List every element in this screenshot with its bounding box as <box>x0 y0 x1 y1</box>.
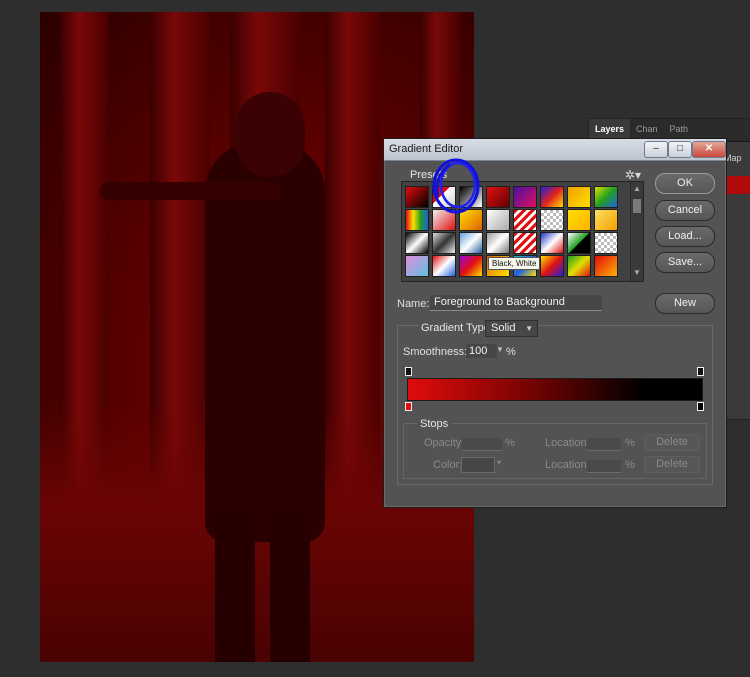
gradient-preview-bar[interactable] <box>407 378 703 401</box>
color-stop-left[interactable] <box>405 402 412 411</box>
preset-swatch[interactable] <box>432 186 456 208</box>
smoothness-unit: % <box>506 346 516 358</box>
new-button[interactable]: New <box>655 293 715 314</box>
opacity-location-unit: % <box>625 437 635 449</box>
preset-swatch[interactable] <box>594 209 618 231</box>
ok-button[interactable]: OK <box>655 173 715 194</box>
gradient-editor-dialog: Gradient Editor – □ ✕ Presets ✲▾ ▲ ▼ Bla… <box>383 138 727 508</box>
preset-swatch[interactable] <box>567 186 591 208</box>
chevron-down-icon[interactable]: ▼ <box>496 345 504 354</box>
stops-label: Stops <box>417 418 452 430</box>
minimize-button[interactable]: – <box>644 141 668 158</box>
gradient-type-select[interactable]: Solid ▼ <box>485 320 538 337</box>
save-button[interactable]: Save... <box>655 252 715 273</box>
opacity-stop-right[interactable] <box>697 367 704 376</box>
opacity-field[interactable] <box>462 438 502 451</box>
preset-swatch[interactable] <box>594 255 618 277</box>
color-stop-right[interactable] <box>697 402 704 411</box>
gradient-type-label: Gradient Type: <box>419 322 495 334</box>
color-location-field[interactable] <box>587 460 621 473</box>
scroll-down-icon[interactable]: ▼ <box>633 268 641 277</box>
preset-swatch[interactable] <box>486 232 510 254</box>
preset-swatch[interactable] <box>459 255 483 277</box>
dialog-title: Gradient Editor <box>389 143 463 155</box>
preset-swatch[interactable] <box>567 209 591 231</box>
title-bar[interactable]: Gradient Editor – □ ✕ <box>384 139 726 161</box>
preset-swatch[interactable] <box>513 209 537 231</box>
preset-swatch[interactable] <box>513 232 537 254</box>
cancel-button[interactable]: Cancel <box>655 200 715 221</box>
color-location-label: Location: <box>545 459 590 471</box>
preset-swatch[interactable] <box>459 232 483 254</box>
preset-swatch[interactable] <box>540 232 564 254</box>
preset-swatch[interactable] <box>486 186 510 208</box>
gear-icon[interactable]: ✲▾ <box>625 168 641 182</box>
scroll-thumb[interactable] <box>633 199 641 213</box>
scroll-up-icon[interactable]: ▲ <box>633 184 641 193</box>
opacity-stop-left[interactable] <box>405 367 412 376</box>
preset-swatch[interactable] <box>513 186 537 208</box>
opacity-location-label: Location: <box>545 437 590 449</box>
name-label: Name: <box>397 298 430 310</box>
preset-swatch[interactable] <box>486 209 510 231</box>
color-location-unit: % <box>625 459 635 471</box>
presets-list[interactable]: ▲ ▼ Black, White <box>401 181 644 282</box>
preset-swatch[interactable] <box>432 209 456 231</box>
preset-swatch[interactable] <box>405 255 429 277</box>
name-field[interactable]: Foreground to Background <box>430 295 602 311</box>
chevron-down-icon[interactable]: ▾ <box>497 458 501 467</box>
maximize-button[interactable]: □ <box>668 141 692 158</box>
preset-tooltip: Black, White <box>488 257 541 270</box>
presets-scrollbar[interactable]: ▲ ▼ <box>630 182 643 281</box>
chevron-down-icon: ▼ <box>525 324 533 333</box>
opacity-location-field[interactable] <box>587 438 621 451</box>
preset-swatch[interactable] <box>567 232 591 254</box>
smoothness-label: Smoothness: <box>403 346 468 358</box>
smoothness-input[interactable]: 100 <box>466 344 497 358</box>
color-label: Color: <box>433 459 463 471</box>
gradient-type-value: Solid <box>491 322 516 334</box>
preset-swatch[interactable] <box>540 186 564 208</box>
preset-swatch[interactable] <box>567 255 591 277</box>
preset-swatch[interactable] <box>459 209 483 231</box>
opacity-unit: % <box>505 437 515 449</box>
load-button[interactable]: Load... <box>655 226 715 247</box>
color-delete-button[interactable]: Delete <box>644 456 700 473</box>
preset-swatch[interactable] <box>459 186 483 208</box>
preset-swatch[interactable] <box>540 209 564 231</box>
preset-swatch[interactable] <box>405 209 429 231</box>
presets-label: Presets <box>410 169 448 181</box>
preset-swatch[interactable] <box>594 186 618 208</box>
stop-color-swatch[interactable] <box>461 457 495 473</box>
preset-swatch[interactable] <box>405 232 429 254</box>
opacity-label: Opacity: <box>424 437 465 449</box>
close-button[interactable]: ✕ <box>692 141 726 158</box>
preset-swatch[interactable] <box>405 186 429 208</box>
opacity-delete-button[interactable]: Delete <box>644 434 700 451</box>
preset-swatch[interactable] <box>540 255 564 277</box>
preset-swatch[interactable] <box>432 232 456 254</box>
preset-swatch[interactable] <box>432 255 456 277</box>
preset-swatch[interactable] <box>594 232 618 254</box>
